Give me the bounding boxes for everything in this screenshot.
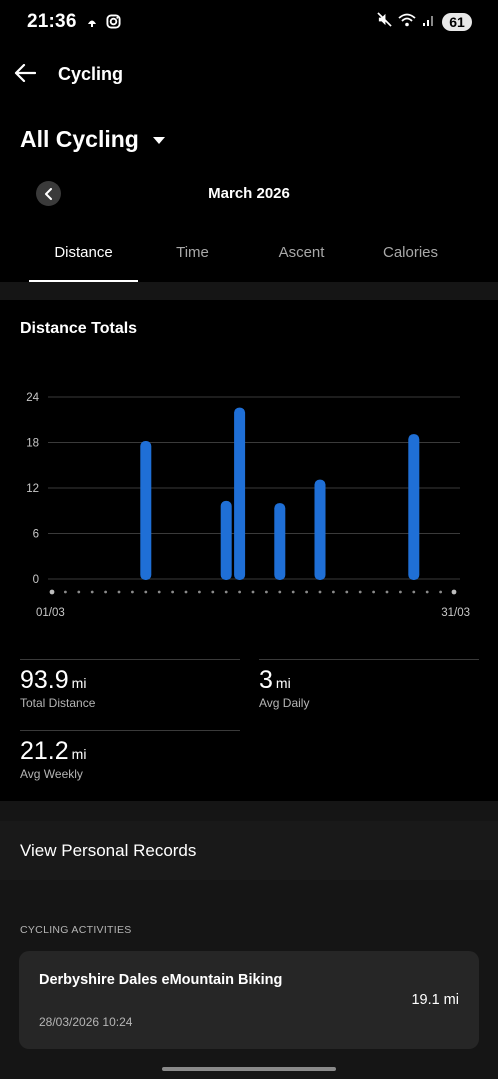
day-dot [358,590,362,594]
battery-indicator: 61 [442,13,472,31]
day-dot [117,590,121,594]
day-dot [412,590,416,594]
y-tick-label: 18 [26,438,39,450]
stat-divider [259,659,479,660]
stat-divider [20,730,240,731]
app-header: Cycling [0,52,498,96]
wifi-icon [398,13,416,32]
day-dot [198,590,201,594]
activity-card[interactable]: Derbyshire Dales eMountain Biking 28/03/… [19,951,479,1049]
view-personal-records-button[interactable]: View Personal Records [0,821,498,880]
activity-distance: 19.1 mi [411,992,459,1008]
tab-calories[interactable]: Calories [356,234,465,282]
instagram-icon [106,14,121,34]
status-right-icons: 61 [377,12,472,32]
day-dot [385,590,389,594]
day-dot [157,590,161,594]
day-dot [184,590,188,594]
day-dot [104,590,107,594]
day-dot [318,590,322,594]
day-dot [425,590,429,594]
y-tick-label: 6 [33,529,39,541]
tab-time[interactable]: Time [138,234,247,282]
arrow-left-icon [14,64,36,82]
page-title: Cycling [58,64,124,84]
day-dot [399,590,402,594]
back-button[interactable] [10,58,40,88]
activity-filter-dropdown[interactable]: All Cycling [20,126,165,153]
chart-bar [220,500,232,580]
tab-distance[interactable]: Distance [29,234,138,283]
section-label: CYCLING ACTIVITIES [20,924,132,936]
stat-label: Total Distance [20,696,96,710]
stat-unit: mi [71,746,87,762]
day-dot [251,590,255,594]
chart-bar [234,407,246,580]
distance-chart-svg: 0 6 12 18 24 01/03 31/03 [26,392,470,619]
day-dot [345,590,349,594]
chart-bar [274,503,286,580]
y-tick-label: 24 [26,392,39,404]
x-tick-label: 31/03 [441,607,470,619]
day-dot [265,590,268,594]
divider [0,282,498,300]
month-navigation: March 2026 [0,180,498,208]
status-time: 21:36 [27,11,77,32]
distance-chart: 0 6 12 18 24 01/03 31/03 [0,380,498,630]
personal-records-label: View Personal Records [20,841,197,860]
chart-bar [314,479,326,580]
stat-value: 3 [259,666,273,694]
day-dot [291,590,295,594]
metric-tabs: Distance Time Ascent Calories [0,234,498,283]
day-dot [224,590,228,594]
day-dot [171,590,175,594]
divider [0,801,498,821]
day-dot [451,589,457,595]
stat-unit: mi [275,675,291,691]
stat-divider [20,659,240,660]
stat-avg-weekly: 21.2 mi Avg Weekly [20,737,86,781]
activity-name: Derbyshire Dales eMountain Biking [39,972,283,988]
day-dot [90,590,94,594]
mute-icon [377,12,392,32]
stat-unit: mi [71,675,87,691]
card-title: Distance Totals [20,320,138,337]
day-dot [305,590,308,594]
stat-total-distance: 93.9 mi Total Distance [20,666,95,710]
day-dot [332,590,335,594]
day-dot [64,590,67,594]
home-indicator[interactable] [162,1067,336,1071]
day-dot [144,590,148,594]
caret-down-icon [152,137,165,144]
day-dot [238,590,242,594]
status-bar: 21:36 61 [0,0,498,46]
y-tick-label: 12 [26,483,39,495]
day-dot [439,590,442,594]
y-tick-label: 0 [33,574,39,586]
day-dot [278,590,282,594]
signal-icon [422,13,436,32]
stat-avg-daily: 3 mi Avg Daily [259,666,309,710]
activity-filter-label: All Cycling [20,126,139,152]
day-dot [131,590,134,594]
status-left-icons [86,14,121,34]
stat-value: 93.9 [20,666,69,694]
stat-label: Avg Weekly [20,767,83,781]
stat-label: Avg Daily [259,696,310,710]
tab-ascent[interactable]: Ascent [247,234,356,282]
x-tick-label: 01/03 [36,607,65,619]
activity-date: 28/03/2026 10:24 [39,1015,133,1029]
chart-bar [140,440,152,580]
stat-value: 21.2 [20,737,69,765]
day-dot [372,590,375,594]
day-dot [77,590,81,594]
notification-icon [86,15,98,33]
day-dot [49,589,55,595]
day-dot [211,590,215,594]
month-label: March 2026 [208,185,290,202]
chart-bar [408,434,420,580]
